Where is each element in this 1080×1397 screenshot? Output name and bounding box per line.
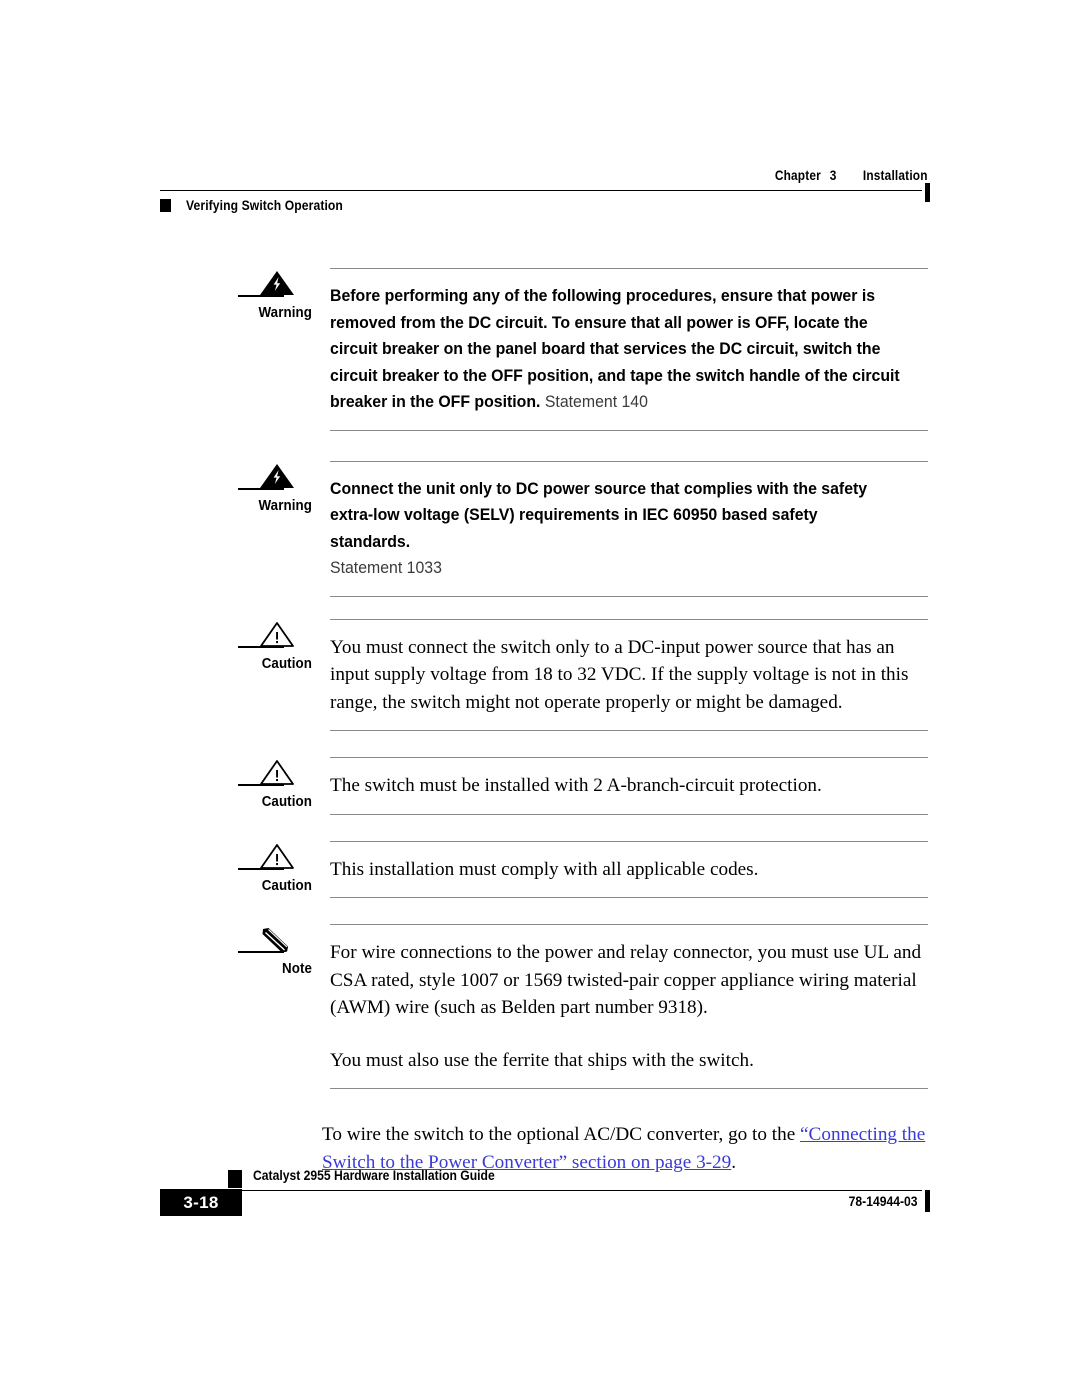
- admonition-body: Before performing any of the following p…: [322, 268, 928, 431]
- icon-underline: [238, 645, 284, 648]
- document-page: Chapter 3 Installation Verifying Switch …: [0, 0, 1080, 1397]
- header-rule: [160, 190, 922, 191]
- caution-exclamation-triangle-icon: [254, 759, 300, 787]
- header-chapter-title: Installation: [863, 168, 928, 183]
- caution-text-3: This installation must comply with all a…: [330, 856, 928, 884]
- admonition-body: This installation must comply with all a…: [322, 840, 928, 898]
- caution-exclamation-triangle-icon: [254, 621, 300, 649]
- footer-rule: [228, 1190, 922, 1191]
- xref-lead-text: To wire the switch to the optional AC/DC…: [322, 1124, 801, 1145]
- header-edge-marker: [925, 183, 930, 202]
- admonition-rule-top: [330, 460, 928, 462]
- footer-edge-marker: [925, 1190, 930, 1212]
- admonition-caution-1: Caution You must connect the switch only…: [0, 618, 1080, 732]
- footer-guide-title: Catalyst 2955 Hardware Installation Guid…: [253, 1168, 495, 1183]
- admonition-rule-top: [330, 924, 928, 925]
- admonition-warning-1: Warning Before performing any of the fol…: [0, 268, 1080, 431]
- icon-underline: [238, 784, 284, 786]
- page-header: Chapter 3 Installation Verifying Switch …: [0, 168, 1080, 232]
- header-section-title: Verifying Switch Operation: [186, 198, 343, 213]
- admonition-label: Note: [281, 961, 312, 977]
- admonition-rule-bottom: [330, 1088, 928, 1089]
- admonition-rule-bottom: [330, 429, 928, 431]
- warning-text-1: Before performing any of the following p…: [330, 283, 901, 416]
- admonition-side: Note: [232, 924, 322, 1089]
- admonition-side: Caution: [232, 757, 322, 815]
- admonition-rule-top: [330, 840, 928, 842]
- admonition-body: Connect the unit only to DC power source…: [322, 460, 928, 597]
- footer-square-bullet-icon: [228, 1170, 242, 1188]
- admonition-label: Caution: [261, 655, 312, 672]
- header-chapter-number: 3: [830, 168, 837, 183]
- warning-text-2: Connect the unit only to DC power source…: [330, 478, 868, 551]
- warning-statement-2: Statement 1033: [330, 558, 442, 577]
- warning-lightning-triangle-icon: [254, 463, 300, 491]
- header-chapter-info: Chapter 3 Installation: [775, 168, 928, 183]
- admonition-warning-2: Warning Connect the unit only to DC powe…: [0, 460, 1080, 597]
- admonition-label: Caution: [261, 877, 312, 894]
- note-text: For wire connections to the power and re…: [330, 939, 928, 1074]
- caution-text-2: The switch must be installed with 2 A-br…: [330, 772, 928, 800]
- note-pencil-icon: [254, 926, 300, 954]
- header-section: Verifying Switch Operation: [160, 198, 360, 213]
- admonition-body: You must connect the switch only to a DC…: [322, 618, 928, 731]
- warning-statement: Statement 140: [544, 392, 648, 411]
- admonition-side: Warning: [232, 268, 322, 431]
- icon-underline: [238, 487, 284, 490]
- page-content: Warning Before performing any of the fol…: [0, 268, 1080, 1176]
- icon-underline: [238, 867, 284, 870]
- admonition-rule-bottom: [330, 730, 928, 731]
- admonition-body: For wire connections to the power and re…: [322, 924, 928, 1089]
- admonition-label: Warning: [258, 497, 312, 514]
- footer-page-number: 3-18: [160, 1189, 242, 1216]
- admonition-rule-bottom: [330, 897, 928, 898]
- admonition-side: Warning: [232, 461, 322, 597]
- admonition-label: Caution: [261, 794, 312, 810]
- admonition-label: Warning: [258, 305, 312, 321]
- warning-lightning-triangle-icon: [254, 270, 300, 298]
- caution-exclamation-triangle-icon: [254, 843, 300, 871]
- header-chapter-label: Chapter: [775, 168, 822, 183]
- admonition-side: Caution: [232, 619, 322, 732]
- header-square-bullet-icon: [160, 199, 171, 212]
- caution-paragraph: This installation must comply with all a…: [330, 858, 759, 880]
- note-paragraph-1: For wire connections to the power and re…: [330, 942, 922, 1018]
- caution-paragraph: The switch must be installed with 2 A-br…: [330, 775, 822, 796]
- icon-underline: [238, 295, 284, 297]
- admonition-side: Caution: [232, 841, 322, 899]
- admonition-rule-bottom: [330, 813, 928, 815]
- admonition-note: Note For wire connections to the power a…: [0, 924, 1080, 1089]
- footer-document-number: 78-14944-03: [849, 1194, 918, 1209]
- admonition-rule-top: [330, 757, 928, 758]
- admonition-caution-3: Caution This installation must comply wi…: [0, 840, 1080, 899]
- admonition-rule-bottom: [330, 595, 928, 597]
- page-footer: Catalyst 2955 Hardware Installation Guid…: [0, 1168, 1080, 1238]
- note-paragraph-2: You must also use the ferrite that ships…: [330, 1049, 754, 1071]
- admonition-rule-top: [330, 618, 928, 620]
- admonition-caution-2: Caution The switch must be installed wit…: [0, 757, 1080, 815]
- icon-underline: [238, 951, 284, 953]
- admonition-rule-top: [330, 268, 928, 269]
- caution-paragraph: You must connect the switch only to a DC…: [330, 636, 909, 713]
- caution-text-1: You must connect the switch only to a DC…: [330, 634, 928, 717]
- admonition-body: The switch must be installed with 2 A-br…: [322, 757, 928, 815]
